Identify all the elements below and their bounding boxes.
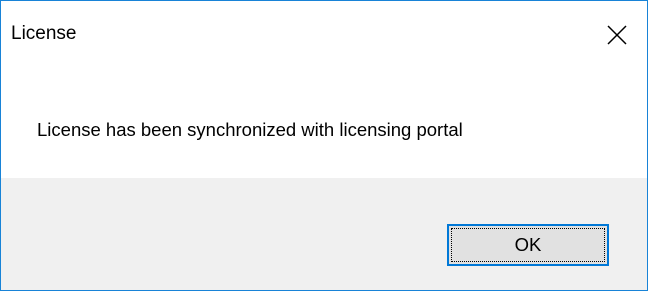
ok-button-label: OK bbox=[514, 234, 542, 255]
dialog-title: License bbox=[11, 23, 77, 44]
message-text: License has been synchronized with licen… bbox=[37, 119, 463, 140]
close-button[interactable] bbox=[587, 1, 647, 69]
title-bar: License bbox=[1, 1, 647, 69]
ok-button[interactable]: OK bbox=[447, 224, 609, 266]
button-bar: OK bbox=[1, 178, 647, 290]
license-dialog: License License has been synchronized wi… bbox=[0, 0, 648, 291]
dialog-content: License has been synchronized with licen… bbox=[1, 69, 647, 178]
close-icon bbox=[607, 25, 627, 45]
